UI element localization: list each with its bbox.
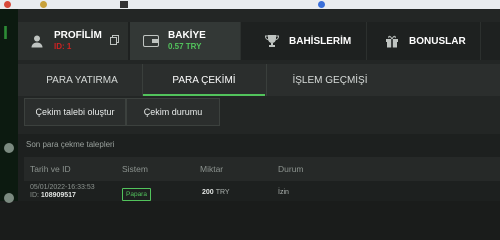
tab-bonuses-label: BONUSLAR [409, 35, 466, 47]
favicon-icon [120, 1, 128, 8]
background-page-strip: I [0, 9, 18, 203]
copy-icon[interactable] [109, 32, 119, 50]
favicon-icon [40, 1, 47, 8]
background-icon [4, 143, 14, 153]
section-title: Son para çekme talepleri [26, 140, 115, 149]
trophy-icon [263, 34, 281, 48]
background-icon [4, 193, 14, 203]
row-status: İzin [278, 189, 289, 196]
tab-bonuses[interactable]: BONUSLAR [366, 22, 481, 60]
browser-top-strip [0, 0, 500, 9]
create-withdraw-request-button[interactable]: Çekim talebi oluştur [24, 98, 126, 126]
favicon-icon [318, 1, 325, 8]
column-date-id: Tarih ve ID [30, 164, 71, 174]
tab-balance[interactable]: BAKİYE 0.57 TRY [130, 22, 240, 60]
tab-more[interactable] [480, 22, 500, 60]
withdraw-status-button[interactable]: Çekim durumu [126, 98, 220, 126]
payment-subtabs: PARA YATIRMA PARA ÇEKİMİ İŞLEM GEÇMİŞİ [18, 64, 500, 96]
row-id: ID: 108909517 [30, 192, 76, 199]
system-badge: Papara [122, 188, 151, 201]
balance-amount: 0.57 TRY [168, 42, 202, 51]
row-currency: TRY [215, 189, 230, 196]
tab-my-bets-label: BAHİSLERİM [289, 35, 352, 47]
column-system: Sistem [122, 164, 148, 174]
recent-withdrawals: Son para çekme talepleri Tarih ve ID Sis… [18, 134, 500, 201]
wallet-icon [142, 34, 160, 48]
column-status: Durum [278, 164, 304, 174]
table-header: Tarih ve ID Sistem Miktar Durum [24, 157, 500, 181]
tab-balance-label: BAKİYE [168, 30, 206, 41]
row-date: 05/01/2022-16:33:53 [30, 184, 95, 191]
account-tabs: PROFİLİM ID: 1 BAKİYE 0.57 TRY BAHİSLERİ… [18, 22, 500, 60]
row-id-prefix: ID: [30, 192, 39, 199]
row-amount: 200 TRY [202, 189, 230, 196]
tab-profile-label: PROFİLİM [54, 30, 102, 41]
tab-my-bets[interactable]: BAHİSLERİM [240, 22, 366, 60]
logo-glyph: I [3, 23, 9, 43]
subtab-deposit[interactable]: PARA YATIRMA [24, 64, 140, 96]
subtab-history[interactable]: İŞLEM GEÇMİŞİ [266, 64, 393, 96]
account-panel: PROFİLİM ID: 1 BAKİYE 0.57 TRY BAHİSLERİ… [18, 9, 500, 201]
tab-profile[interactable]: PROFİLİM ID: 1 [18, 22, 128, 60]
column-amount: Miktar [200, 164, 224, 174]
subtab-withdraw[interactable]: PARA ÇEKİMİ [142, 64, 265, 96]
user-icon [28, 34, 46, 48]
row-id-value: 108909517 [40, 192, 76, 199]
gift-icon [383, 34, 401, 48]
row-amount-value: 200 [202, 189, 214, 196]
table-row: 05/01/2022-16:33:53 ID: 108909517 Papara… [24, 184, 500, 201]
profile-id: ID: 1 [54, 42, 72, 51]
favicon-icon [4, 1, 11, 8]
